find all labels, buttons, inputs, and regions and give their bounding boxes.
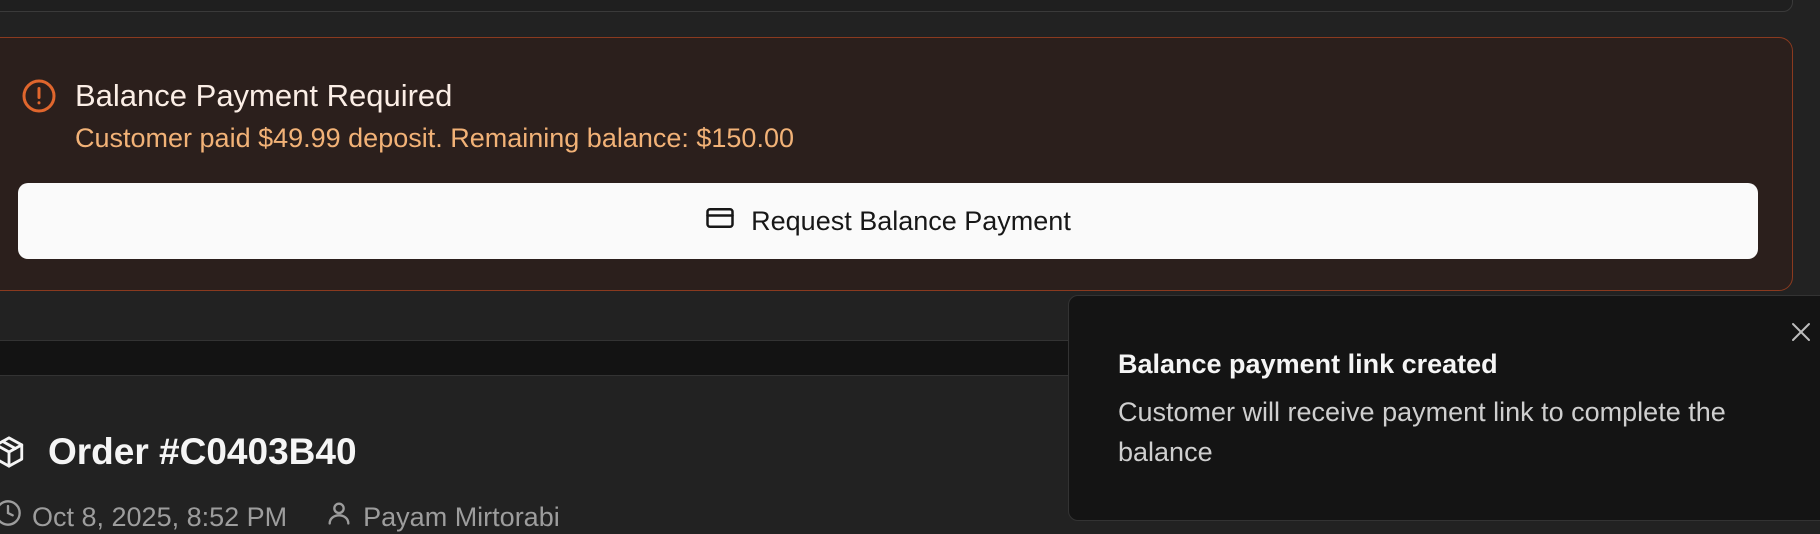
alert-circle-icon <box>21 78 57 114</box>
alert-description: Customer paid $49.99 deposit. Remaining … <box>75 123 794 153</box>
page: Balance Payment Required Customer paid $… <box>0 0 1820 534</box>
request-balance-payment-button[interactable]: Request Balance Payment <box>18 183 1758 259</box>
order-meta: Oct 8, 2025, 8:52 PM Payam Mirtorabi <box>0 499 560 534</box>
order-title: Order #C0403B40 <box>48 431 357 472</box>
package-icon <box>0 433 26 471</box>
credit-card-icon <box>705 203 735 240</box>
alert-title: Balance Payment Required <box>75 78 453 113</box>
previous-card <box>0 0 1793 12</box>
balance-payment-alert: Balance Payment Required Customer paid $… <box>0 37 1793 291</box>
order-customer: Payam Mirtorabi <box>363 501 560 532</box>
user-icon <box>325 499 353 534</box>
toast-title: Balance payment link created <box>1118 349 1498 379</box>
clock-icon <box>0 499 22 534</box>
toast-description: Customer will receive payment link to co… <box>1118 397 1726 467</box>
toast-notification: Balance payment link created Customer wi… <box>1068 295 1820 521</box>
close-icon[interactable] <box>1789 320 1813 344</box>
request-balance-payment-label: Request Balance Payment <box>751 205 1071 236</box>
order-datetime: Oct 8, 2025, 8:52 PM <box>32 501 288 532</box>
